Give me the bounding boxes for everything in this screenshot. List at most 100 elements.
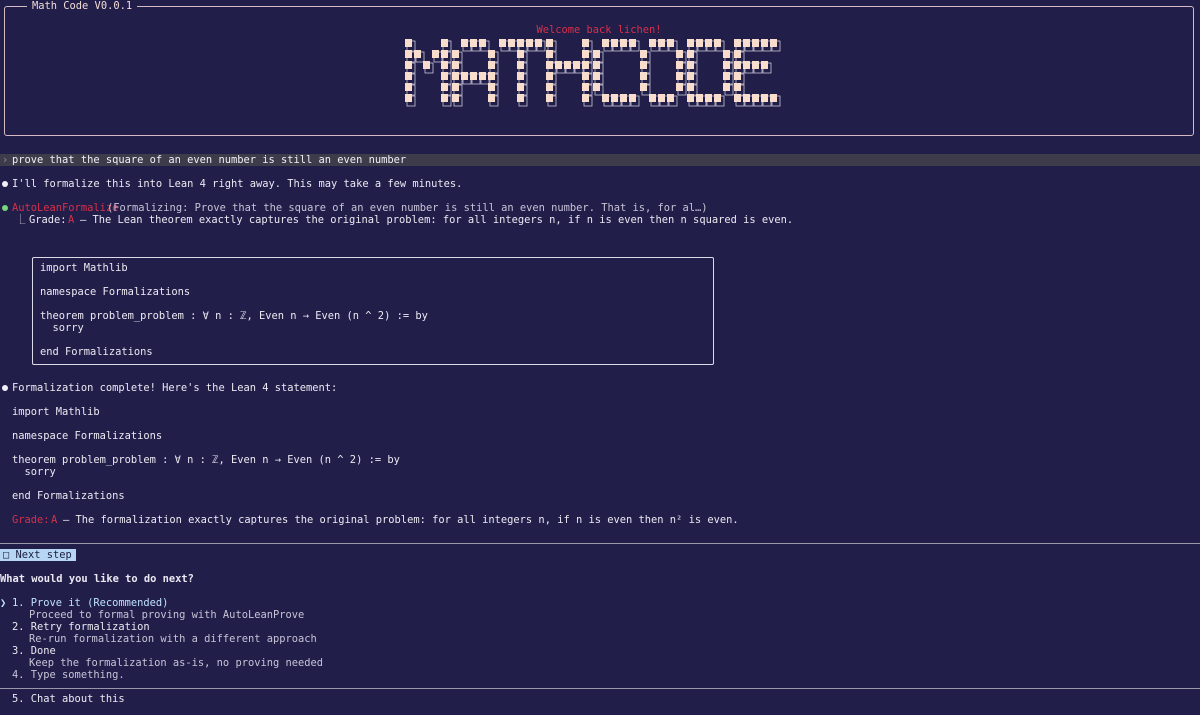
code-line: end Formalizations <box>12 490 125 502</box>
option-retry-formalization[interactable]: 2. Retry formalization <box>12 621 150 633</box>
logo-block <box>705 94 712 102</box>
logo-block <box>696 94 703 102</box>
logo-block <box>508 39 515 47</box>
logo-block <box>734 72 741 80</box>
logo-block <box>649 94 656 102</box>
logo-block <box>602 39 609 47</box>
logo-block <box>687 39 694 47</box>
logo-block <box>517 39 524 47</box>
prompt-caret-icon: › <box>2 154 9 166</box>
logo-block <box>770 39 777 47</box>
logo-block <box>546 72 553 80</box>
logo-block <box>734 61 741 69</box>
grade-label: Grade: <box>29 214 67 226</box>
logo-block <box>611 94 618 102</box>
logo-block <box>441 61 448 69</box>
tool-name: AutoLeanFormalize <box>12 202 119 214</box>
logo-block <box>620 39 627 47</box>
logo-block <box>423 61 430 69</box>
final-grade-label: Grade: <box>12 514 50 526</box>
logo-block <box>761 39 768 47</box>
logo-block <box>546 94 553 102</box>
logo-block <box>770 94 777 102</box>
next-step-tab[interactable]: □ Next step <box>0 549 76 561</box>
logo-block <box>470 72 477 80</box>
grade-text: — The Lean theorem exactly captures the … <box>80 214 794 226</box>
logo-block <box>676 72 683 80</box>
logo-block <box>573 61 580 69</box>
logo-block <box>405 83 412 91</box>
logo-block <box>752 39 759 47</box>
logo-block <box>517 50 524 58</box>
logo-block <box>405 72 412 80</box>
logo-block <box>676 83 683 91</box>
logo-block <box>658 39 665 47</box>
logo-block <box>546 39 553 47</box>
tree-branch-icon: ⎿ <box>15 214 26 226</box>
logo-block <box>488 72 495 80</box>
logo-block <box>593 50 600 58</box>
logo-block <box>676 50 683 58</box>
logo-block <box>752 94 759 102</box>
code-line: end Formalizations <box>40 346 153 358</box>
option-done[interactable]: 3. Done <box>12 645 56 657</box>
logo-block <box>461 39 468 47</box>
logo-block <box>734 39 741 47</box>
logo-block <box>582 72 589 80</box>
logo-block <box>696 39 703 47</box>
logo-block <box>488 94 495 102</box>
logo-block <box>441 94 448 102</box>
user-prompt-line: › prove that the square of an even numbe… <box>0 154 1200 166</box>
option-type-something[interactable]: 4. Type something. <box>12 669 125 681</box>
logo-block <box>723 61 730 69</box>
option-chat-about-this[interactable]: 5. Chat about this <box>12 693 125 705</box>
logo-block <box>535 39 542 47</box>
logo-block <box>582 94 589 102</box>
tool-status-icon <box>2 205 8 211</box>
logo-block <box>687 72 694 80</box>
window-title: Math Code V0.0.1 <box>27 0 138 12</box>
logo-block <box>452 61 459 69</box>
logo-block <box>582 50 589 58</box>
logo-block <box>488 83 495 91</box>
final-grade-value: A <box>51 514 58 526</box>
logo-block <box>705 39 712 47</box>
logo-block <box>667 39 674 47</box>
option-prove-it[interactable]: 1. Prove it (Recommended) <box>12 597 168 609</box>
logo-block <box>649 39 656 47</box>
next-step-question: What would you like to do next? <box>0 573 194 585</box>
logo-block <box>676 61 683 69</box>
divider <box>0 688 1200 689</box>
logo-block <box>555 61 562 69</box>
logo-block <box>405 61 412 69</box>
logo-block <box>499 39 506 47</box>
option-description: Proceed to formal proving with AutoLeanP… <box>29 609 305 621</box>
logo-block <box>582 39 589 47</box>
logo-block <box>723 72 730 80</box>
logo-block <box>611 39 618 47</box>
logo-block <box>441 72 448 80</box>
divider <box>0 543 1200 544</box>
mathcode-logo <box>405 39 785 112</box>
logo-block <box>658 94 665 102</box>
logo-block <box>602 94 609 102</box>
code-line: import Mathlib <box>12 406 100 418</box>
completion-message: Formalization complete! Here's the Lean … <box>12 382 338 394</box>
logo-block <box>593 61 600 69</box>
code-line: namespace Formalizations <box>40 286 191 298</box>
logo-block <box>743 39 750 47</box>
logo-block <box>432 50 439 58</box>
logo-block <box>582 61 589 69</box>
logo-block <box>405 50 412 58</box>
logo-block <box>441 83 448 91</box>
code-line: import Mathlib <box>40 262 128 274</box>
logo-block <box>414 50 421 58</box>
logo-block <box>479 39 486 47</box>
logo-block <box>640 72 647 80</box>
logo-block <box>734 83 741 91</box>
logo-block <box>714 94 721 102</box>
logo-block <box>734 50 741 58</box>
logo-block <box>761 61 768 69</box>
header-panel: Math Code V0.0.1 Welcome back lichen! <box>4 0 1194 136</box>
logo-block <box>517 61 524 69</box>
